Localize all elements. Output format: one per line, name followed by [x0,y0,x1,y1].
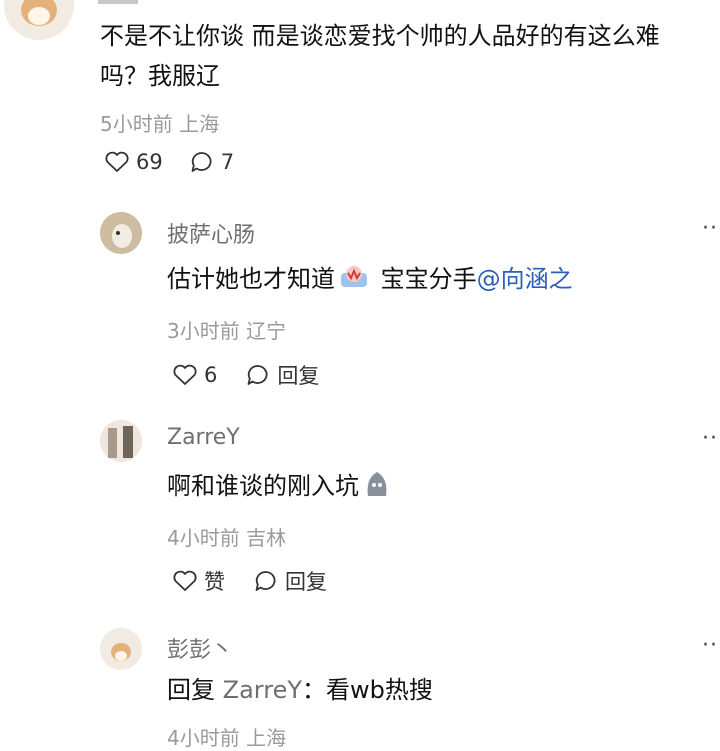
reply3-author[interactable]: 彭彭丶 [167,632,233,664]
reply1-avatar-image [100,212,142,254]
reply2-reply-button[interactable]: 回复 [253,566,327,596]
reply2-meta: 4小时前 吉林 [167,526,287,550]
doge-emoji-icon [363,470,391,508]
main-comment-meta: 5小时前 上海 [100,112,220,136]
main-comment-text-line1: 不是不让你谈 而是谈恋爱找个帅的人品好的有这么难 [100,22,660,50]
reply2-author[interactable]: ZarreY [167,425,240,450]
reply2-like-label: 赞 [204,570,225,594]
comment-bubble-icon [245,363,271,387]
reply2-reply-label: 回复 [285,570,327,594]
reply3-meta: 4小时前 上海 [167,726,287,750]
reply1-avatar[interactable] [100,212,142,254]
heart-icon [172,363,198,387]
like-count: 69 [136,150,163,174]
reply3-text: ：看wb热搜 [302,676,433,704]
heart-icon [172,569,198,593]
reply1-text-after-emoji: 宝宝分手 [373,265,477,293]
like-button[interactable]: 69 [104,150,163,174]
reply1-text: 估计她也才知道 [167,265,335,293]
main-comment-avatar[interactable] [4,0,74,40]
reply3-avatar-image [100,628,142,670]
reply1-meta: 3小时前 辽宁 [167,319,287,343]
reply3-avatar[interactable] [100,628,142,670]
reply2-avatar[interactable] [100,420,142,462]
comment-bubble-icon [253,569,279,593]
reply2-text: 啊和谁谈的刚入坑 [167,472,359,500]
heart-icon [104,150,130,174]
reply1-author[interactable]: 披萨心肠 [167,217,255,249]
reply3-reply-to[interactable]: ZarreY [223,676,302,704]
main-comment-actions: 69 7 [104,150,234,174]
reply2-actions: 赞 回复 [172,566,327,596]
reply1-reply-button[interactable]: 回复 [245,360,319,390]
comment-bubble-icon [189,150,215,174]
reply2-more-button[interactable]: ·· [702,426,718,451]
reply1-reply-label: 回复 [277,364,320,388]
crying-emoji-icon [339,263,369,301]
reply1-more-button[interactable]: ·· [702,216,718,241]
main-comment-text-line2: 吗？我服辽 [100,62,220,90]
reply2-like-button[interactable]: 赞 [172,566,225,596]
reply2-content: 啊和谁谈的刚入坑 [167,468,395,508]
hamster-avatar-image [21,0,57,26]
reply-count: 7 [220,150,235,174]
reply3-more-button[interactable]: ·· [702,633,718,658]
main-comment-author-cropped [98,0,138,4]
mention-link[interactable]: @向涵之 [477,265,573,293]
reply1-content: 估计她也才知道 宝宝分手@向涵之 [167,261,573,301]
reply1-like-count: 6 [204,363,218,387]
reply-count-button[interactable]: 7 [189,150,234,174]
reply1-like-button[interactable]: 6 [172,363,217,387]
reply3-text-prefix: 回复 [167,676,223,704]
reply2-avatar-image [100,420,142,462]
reply3-content: 回复 ZarreY：看wb热搜 [167,672,433,708]
reply1-actions: 6 回复 [172,360,319,390]
